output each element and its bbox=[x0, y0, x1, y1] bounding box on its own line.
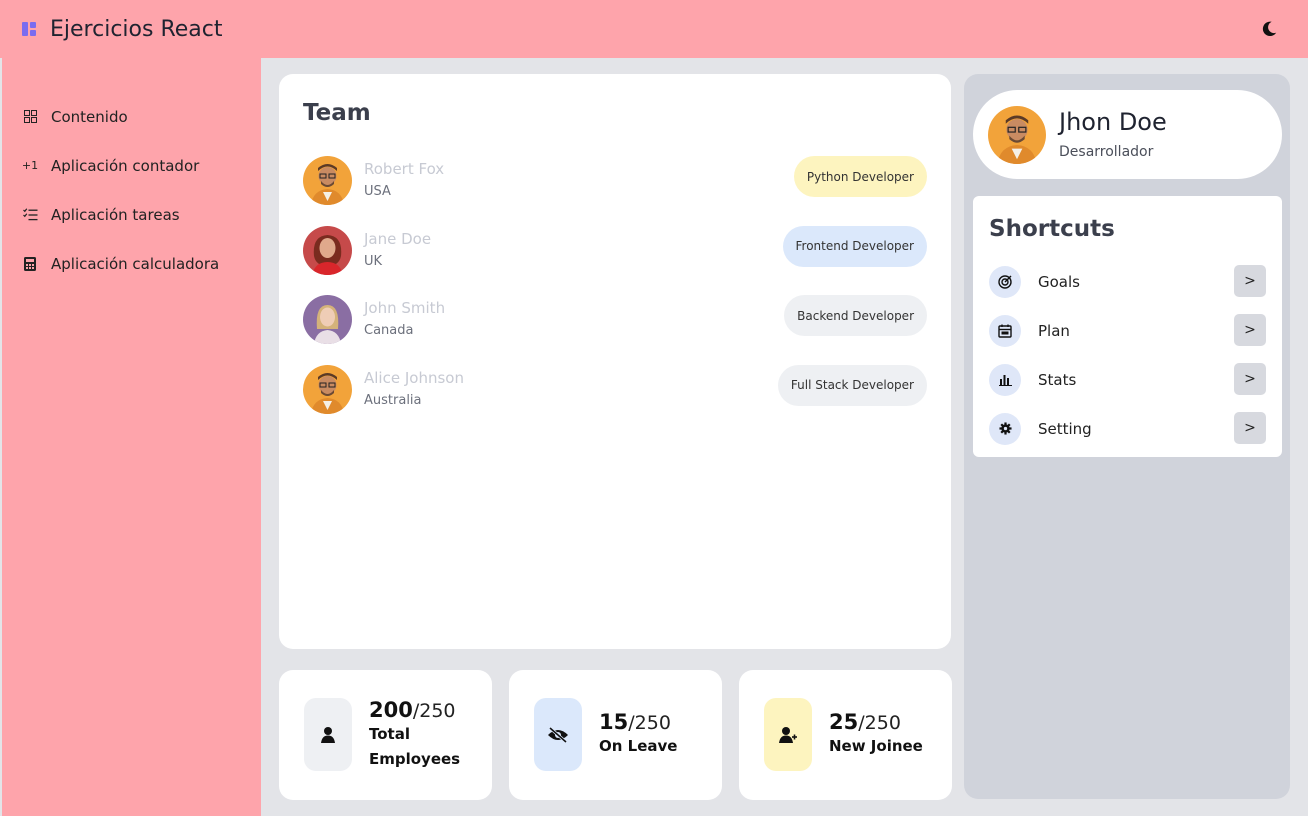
stat-value: 25 bbox=[829, 710, 859, 734]
chevron-right-icon[interactable]: > bbox=[1234, 265, 1266, 297]
chevron-right-icon[interactable]: > bbox=[1234, 314, 1266, 346]
stat-card-new-joinee: 25/250 New Joinee bbox=[739, 670, 952, 800]
sidebar-item-contador[interactable]: +1 Aplicación contador bbox=[2, 141, 261, 190]
shortcut-label: Setting bbox=[1038, 419, 1092, 438]
moon-icon[interactable] bbox=[1260, 20, 1278, 38]
stat-card-on-leave: 15/250 On Leave bbox=[509, 670, 722, 800]
stat-value: 200 bbox=[369, 698, 413, 722]
avatar bbox=[303, 156, 352, 206]
member-name: Robert Fox bbox=[364, 160, 445, 179]
checklist-icon bbox=[22, 207, 38, 223]
stat-label: New Joinee bbox=[829, 737, 923, 755]
role-badge: Frontend Developer bbox=[782, 225, 927, 267]
plus-one-icon: +1 bbox=[21, 159, 39, 172]
chevron-right-icon[interactable]: > bbox=[1234, 412, 1266, 444]
eye-slash-icon bbox=[534, 698, 582, 771]
member-country: UK bbox=[364, 253, 383, 269]
app-title: Ejercicios React bbox=[50, 16, 223, 42]
stat-total: /250 bbox=[412, 700, 456, 722]
stat-label: Total bbox=[369, 725, 410, 743]
stat-card-total-employees: 200/250 Total Employees bbox=[279, 670, 492, 800]
logo-icon bbox=[22, 22, 36, 36]
gear-icon bbox=[989, 412, 1021, 445]
team-member-row: Robert Fox USA Python Developer bbox=[303, 146, 927, 216]
avatar bbox=[303, 225, 352, 275]
profile-card[interactable]: Jhon Doe Desarrollador bbox=[973, 90, 1282, 179]
member-name: Jane Doe bbox=[364, 229, 432, 248]
shortcut-label: Stats bbox=[1038, 370, 1077, 389]
member-country: USA bbox=[364, 184, 391, 200]
team-member-row: Jane Doe UK Frontend Developer bbox=[303, 216, 927, 286]
sidebar-item-label: Aplicación contador bbox=[51, 156, 200, 175]
stat-value: 15 bbox=[599, 710, 629, 734]
stat-label: On Leave bbox=[599, 737, 678, 755]
right-panel: Jhon Doe Desarrollador Shortcuts Goals >… bbox=[964, 74, 1290, 799]
member-country: Australia bbox=[364, 392, 422, 408]
shortcut-setting[interactable]: Setting > bbox=[989, 404, 1266, 453]
grid-icon bbox=[22, 109, 38, 125]
stat-total: /250 bbox=[628, 712, 671, 734]
chevron-right-icon[interactable]: > bbox=[1234, 363, 1266, 395]
user-icon bbox=[304, 698, 352, 771]
role-badge: Backend Developer bbox=[784, 295, 927, 336]
calculator-icon bbox=[22, 256, 38, 272]
bar-chart-icon bbox=[989, 363, 1021, 396]
target-icon bbox=[989, 265, 1021, 298]
sidebar-item-label: Aplicación calculadora bbox=[51, 254, 220, 273]
member-country: Canada bbox=[364, 323, 414, 339]
team-title: Team bbox=[303, 100, 371, 126]
role-badge: Full Stack Developer bbox=[777, 364, 927, 406]
sidebar-item-label: Aplicación tareas bbox=[51, 205, 180, 224]
avatar bbox=[303, 295, 352, 345]
team-member-row: Alice Johnson Australia Full Stack Devel… bbox=[303, 355, 927, 425]
shortcut-goals[interactable]: Goals > bbox=[989, 257, 1266, 306]
shortcut-stats[interactable]: Stats > bbox=[989, 355, 1266, 404]
sidebar-item-calculadora[interactable]: Aplicación calculadora bbox=[2, 239, 261, 288]
shortcuts-title: Shortcuts bbox=[989, 216, 1115, 242]
profile-name: Jhon Doe bbox=[1059, 108, 1167, 136]
shortcuts-card: Shortcuts Goals > Plan > Stats > Setting… bbox=[973, 196, 1282, 457]
sidebar-item-tareas[interactable]: Aplicación tareas bbox=[2, 190, 261, 239]
user-plus-icon bbox=[764, 698, 812, 771]
stat-total: /250 bbox=[858, 712, 901, 734]
team-member-row: John Smith Canada Backend Developer bbox=[303, 285, 927, 355]
member-name: Alice Johnson bbox=[364, 368, 464, 387]
calendar-icon bbox=[989, 314, 1021, 347]
sidebar: Contenido +1 Aplicación contador Aplicac… bbox=[2, 58, 261, 816]
role-badge: Python Developer bbox=[793, 156, 927, 197]
avatar bbox=[303, 364, 352, 414]
avatar bbox=[988, 106, 1046, 164]
shortcut-label: Goals bbox=[1038, 272, 1080, 291]
sidebar-item-contenido[interactable]: Contenido bbox=[2, 92, 261, 141]
shortcut-label: Plan bbox=[1038, 321, 1070, 340]
profile-role: Desarrollador bbox=[1059, 144, 1154, 160]
sidebar-item-label: Contenido bbox=[51, 107, 128, 126]
team-card: Team Robert Fox USA Python Developer Jan… bbox=[279, 74, 951, 649]
shortcut-plan[interactable]: Plan > bbox=[989, 306, 1266, 355]
top-bar: Ejercicios React bbox=[0, 0, 1308, 58]
member-name: John Smith bbox=[364, 299, 446, 318]
stat-label: Employees bbox=[369, 750, 461, 768]
